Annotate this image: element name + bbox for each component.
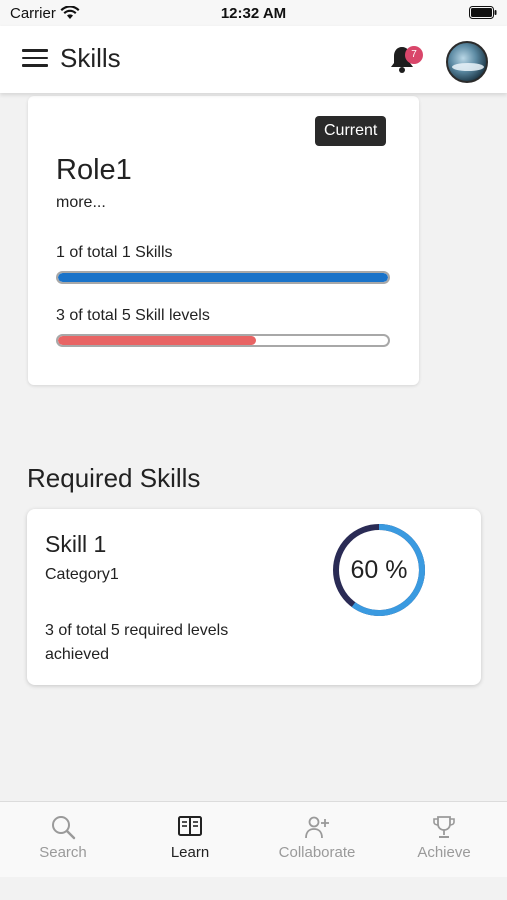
skill-percent: 60 % [350,556,408,584]
nav-label-learn: Learn [170,844,210,861]
skill-card[interactable]: Skill 1 Category1 3 of total 5 required … [27,509,481,685]
nav-item-learn[interactable]: Learn [127,802,253,878]
battery-icon [469,6,497,19]
status-bar: Carrier 12:32 AM [0,0,507,26]
skill-name: Skill 1 [45,531,107,557]
skill-category: Category1 [45,566,119,583]
trophy-icon [433,816,455,838]
nav-item-search[interactable]: Search [0,802,126,878]
home-indicator-area [0,877,507,900]
page-title: Skills [60,43,121,73]
search-icon [52,816,76,840]
menu-icon[interactable] [22,49,48,69]
required-skills-heading: Required Skills [27,463,201,493]
skill-levels-text: 3 of total 5 required levels achieved [45,622,229,663]
nav-item-collaborate[interactable]: Collaborate [254,802,380,878]
role-card: Current Role1 more... 1 of total 1 Skill… [28,96,419,385]
bottom-nav: Search Learn Collaborate Achieve [0,801,507,877]
add-person-icon [305,816,329,839]
role-title: Role1 [56,154,132,186]
levels-progress-label: 3 of total 5 Skill levels [56,307,210,324]
skills-progress-fill [58,273,388,282]
avatar[interactable] [446,41,488,83]
skills-progress-bar [56,271,390,284]
nav-label-search: Search [39,844,87,861]
clock: 12:32 AM [220,5,287,22]
current-badge: Current [315,116,387,146]
nav-item-achieve[interactable]: Achieve [381,802,507,878]
nav-label-achieve: Achieve [417,844,471,861]
app-bar: Skills 7 [0,26,507,93]
skills-progress-label: 1 of total 1 Skills [56,244,173,261]
book-icon [178,816,202,836]
levels-progress-fill [58,336,256,345]
more-link[interactable]: more... [56,194,106,212]
nav-label-collaborate: Collaborate [278,844,356,861]
levels-progress-bar [56,334,390,347]
notification-badge: 7 [405,46,423,64]
